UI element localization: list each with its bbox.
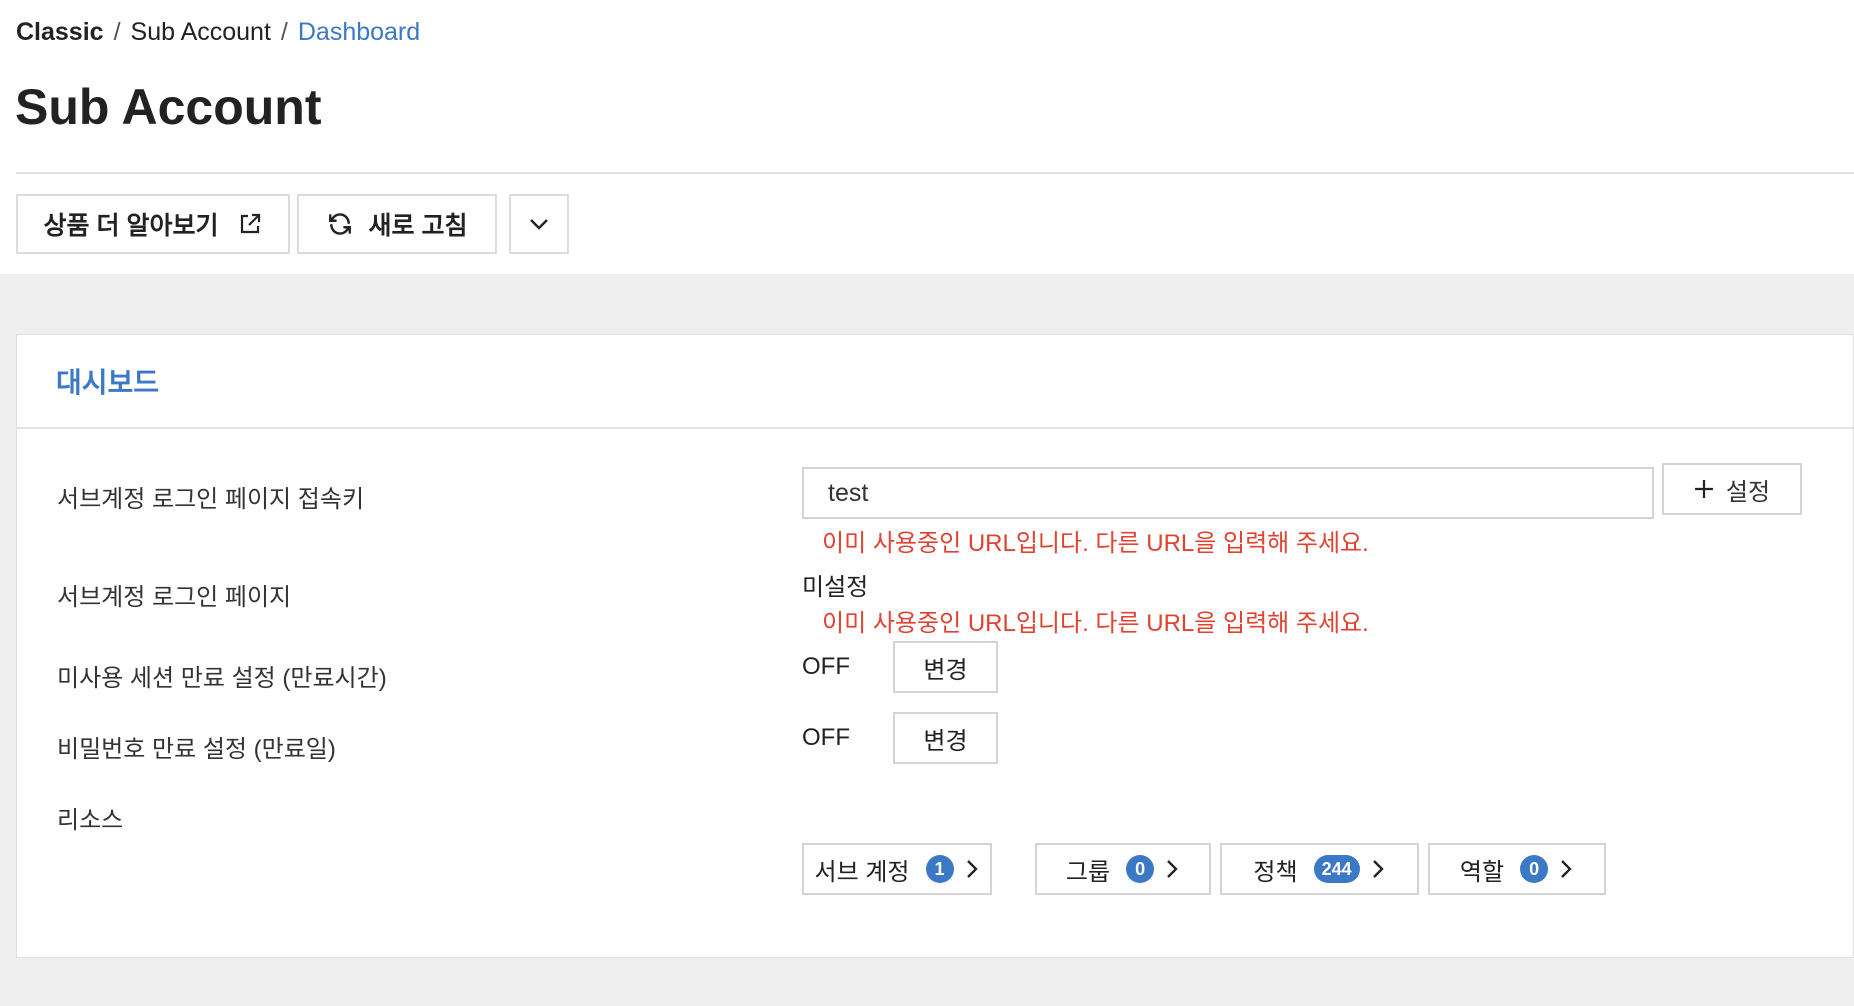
set-button-label: 설정	[1725, 478, 1771, 506]
card-title: 대시보드	[56, 367, 160, 398]
toolbar: 상품 더 알아보기 새로 고침	[16, 194, 576, 254]
page-header: Classic / Sub Account / Dashboard Sub Ac…	[0, 0, 1854, 274]
session-expiry-change-button[interactable]: 변경	[893, 641, 998, 693]
count-badge: 1	[925, 855, 954, 883]
resource-policies-button[interactable]: 정책 244	[1220, 843, 1419, 895]
login-key-label: 서브계정 로그인 페이지 접속키	[57, 486, 365, 513]
chevron-down-icon	[530, 219, 548, 230]
more-options-button[interactable]	[509, 194, 569, 254]
resource-label: 정책	[1253, 858, 1298, 886]
password-expiry-change-button[interactable]: 변경	[893, 712, 998, 764]
resources-label: 리소스	[57, 807, 124, 834]
session-expiry-label: 미사용 세션 만료 설정 (만료시간)	[57, 665, 387, 692]
login-key-input[interactable]	[802, 467, 1654, 519]
login-key-error: 이미 사용중인 URL입니다. 다른 URL을 입력해 주세요.	[822, 530, 1369, 557]
external-link-icon	[241, 213, 261, 234]
divider	[16, 172, 1854, 174]
breadcrumb-separator: /	[113, 18, 121, 46]
resource-label: 역할	[1459, 858, 1505, 886]
refresh-icon	[328, 213, 351, 235]
breadcrumb-classic[interactable]: Classic	[16, 18, 104, 47]
password-expiry-label: 비밀번호 만료 설정 (만료일)	[57, 736, 336, 763]
breadcrumb-dashboard[interactable]: Dashboard	[298, 18, 420, 47]
breadcrumb-sub-account[interactable]: Sub Account	[131, 18, 271, 47]
count-badge: 0	[1520, 855, 1549, 883]
resource-groups-button[interactable]: 그룹 0	[1035, 843, 1211, 895]
resource-label: 그룹	[1065, 858, 1111, 886]
resource-roles-button[interactable]: 역할 0	[1428, 843, 1606, 895]
chevron-right-icon	[1372, 860, 1384, 878]
login-page-error: 이미 사용중인 URL입니다. 다른 URL을 입력해 주세요.	[822, 610, 1369, 637]
breadcrumb-separator: /	[280, 18, 288, 46]
refresh-button[interactable]: 새로 고침	[297, 194, 497, 254]
chevron-right-icon	[1561, 860, 1572, 878]
plus-icon	[1694, 480, 1713, 498]
chevron-right-icon	[1167, 860, 1178, 878]
resource-sub-accounts-button[interactable]: 서브 계정 1	[802, 843, 992, 895]
breadcrumb: Classic / Sub Account / Dashboard	[16, 18, 420, 47]
chevron-right-icon	[966, 860, 978, 878]
learn-more-button[interactable]: 상품 더 알아보기	[16, 194, 290, 254]
login-page-label: 서브계정 로그인 페이지	[57, 584, 292, 611]
set-button[interactable]: 설정	[1662, 463, 1802, 515]
session-expiry-status: OFF	[802, 653, 850, 680]
resource-label: 서브 계정	[814, 858, 910, 886]
card-header: 대시보드	[17, 335, 1853, 429]
refresh-label: 새로 고침	[368, 212, 468, 240]
learn-more-label: 상품 더 알아보기	[43, 212, 219, 240]
count-badge: 244	[1313, 855, 1360, 883]
password-expiry-status: OFF	[802, 724, 850, 751]
page-title: Sub Account	[15, 79, 322, 135]
login-page-value: 미설정	[802, 574, 869, 601]
dashboard-card: 대시보드 서브계정 로그인 페이지 접속키 설정 이미 사용중인 URL입니다.…	[16, 334, 1854, 958]
count-badge: 0	[1126, 855, 1155, 883]
